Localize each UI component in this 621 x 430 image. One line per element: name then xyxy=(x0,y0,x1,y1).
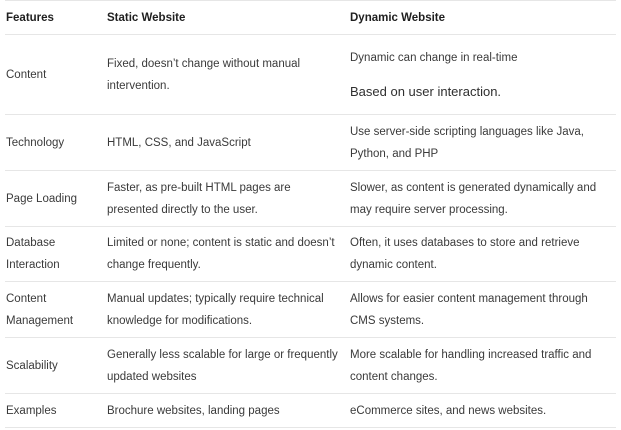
row-dynamic-value: Use server-side scripting languages like… xyxy=(350,125,584,160)
row-feature-label: Page Loading xyxy=(6,192,77,205)
header-dynamic-website: Dynamic Website xyxy=(350,11,446,24)
table-row-content-management: Content Management Manual updates; typic… xyxy=(5,282,616,338)
table-header-row: Features Static Website Dynamic Website xyxy=(5,0,616,35)
comparison-table: Features Static Website Dynamic Website … xyxy=(5,0,616,428)
row-dynamic-value: Allows for easier content management thr… xyxy=(350,292,588,327)
row-static-value: Generally less scalable for large or fre… xyxy=(107,348,338,383)
row-static-value: Brochure websites, landing pages xyxy=(107,404,280,417)
table-row-database-interaction: Database Interaction Limited or none; co… xyxy=(5,227,616,282)
row-dynamic-value: Dynamic can change in real-time Based on… xyxy=(350,35,612,114)
row-static-value: Limited or none; content is static and d… xyxy=(107,237,335,271)
table-row-page-loading: Page Loading Faster, as pre-built HTML p… xyxy=(5,171,616,227)
table-row-examples: Examples Brochure websites, landing page… xyxy=(5,394,616,428)
row-dynamic-value: Slower, as content is generated dynamica… xyxy=(350,181,597,216)
row-dynamic-value: More scalable for handling increased tra… xyxy=(350,348,592,383)
header-static-website: Static Website xyxy=(107,11,186,24)
table-row-scalability: Scalability Generally less scalable for … xyxy=(5,338,616,394)
row-dynamic-extra-text: Based on user interaction. xyxy=(350,83,502,99)
row-feature-label: Scalability xyxy=(6,359,58,372)
row-feature-label: Examples xyxy=(6,404,57,417)
row-static-value: Faster, as pre-built HTML pages are pres… xyxy=(107,181,291,216)
table-row-technology: Technology HTML, CSS, and JavaScript Use… xyxy=(5,115,616,171)
row-dynamic-value: Often, it uses databases to store and re… xyxy=(350,237,580,271)
row-static-value: HTML, CSS, and JavaScript xyxy=(107,136,251,149)
row-dynamic-text: Dynamic can change in real-time xyxy=(350,51,518,64)
row-dynamic-value: eCommerce sites, and news websites. xyxy=(350,404,547,417)
row-feature-label: Database Interaction xyxy=(6,237,60,271)
table-row-content: Content Fixed, doesn’t change without ma… xyxy=(5,35,616,115)
row-static-value: Manual updates; typically require techni… xyxy=(107,292,324,327)
row-feature-label: Content xyxy=(6,68,47,81)
row-feature-label: Content Management xyxy=(6,292,74,327)
row-feature-label: Technology xyxy=(6,136,65,149)
row-static-value: Fixed, doesn’t change without manual int… xyxy=(107,57,301,92)
header-features: Features xyxy=(6,11,54,24)
